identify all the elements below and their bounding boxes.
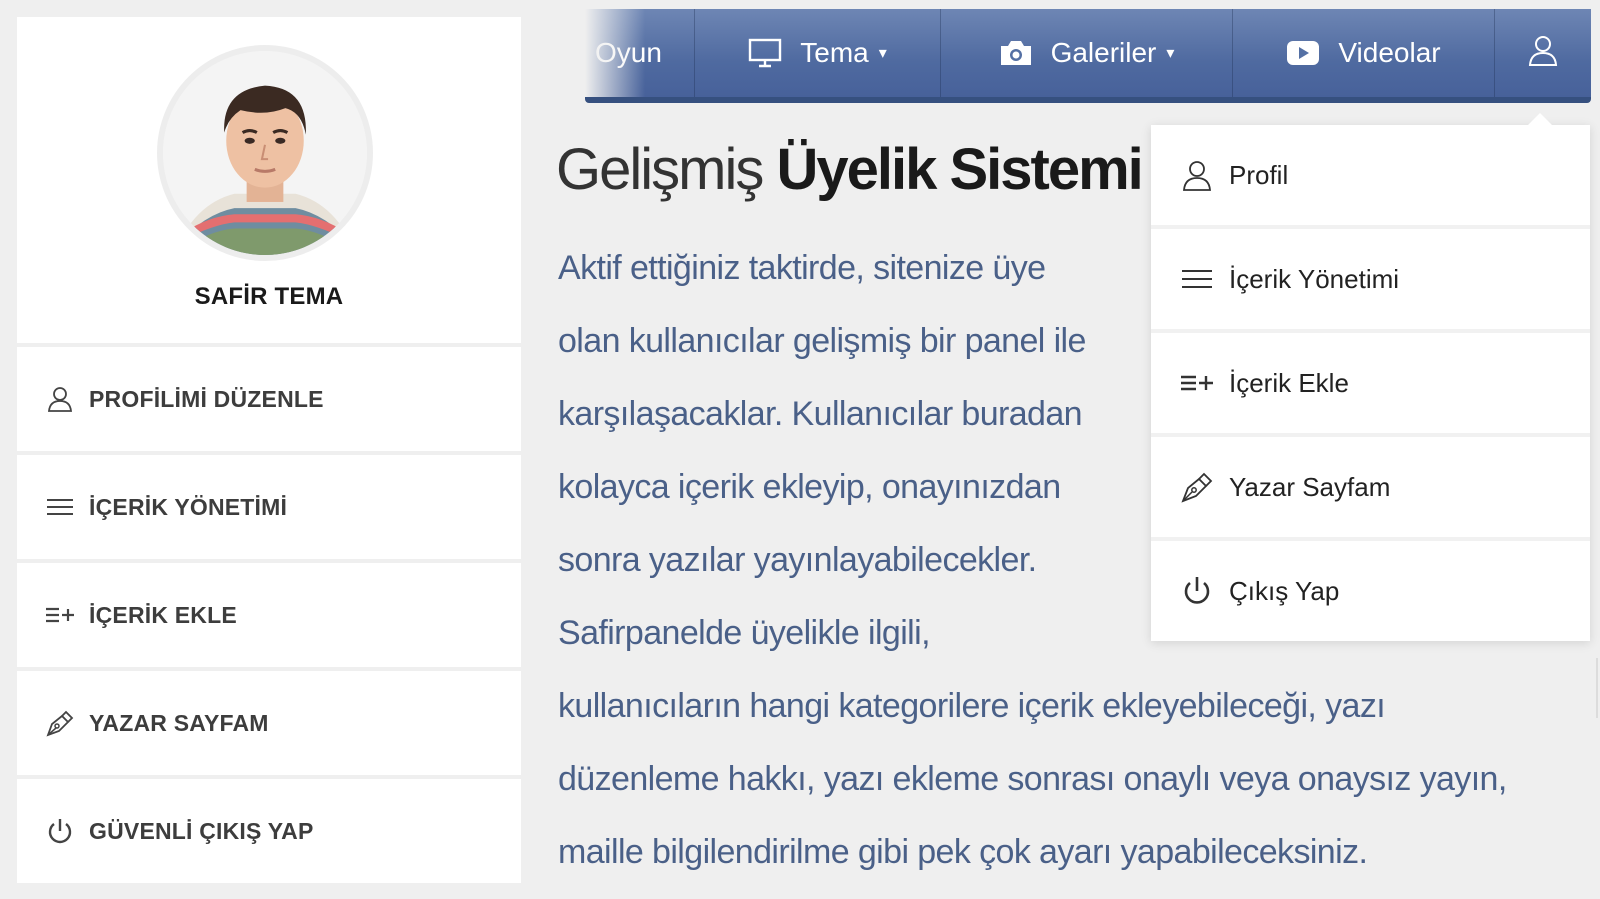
sidebar-item-label: İÇERİK YÖNETİMİ xyxy=(89,493,288,520)
pen-icon xyxy=(1179,469,1215,505)
power-icon xyxy=(45,816,75,846)
profile-header: SAFİR TEMA xyxy=(17,17,521,343)
paragraph-line: kullanıcıların hangi kategorilere içerik… xyxy=(558,687,1386,725)
power-icon xyxy=(1179,573,1215,609)
top-navigation: Oyun Tema ▾ Galeriler ▾ Videolar xyxy=(585,9,1591,103)
sidebar-item-profile-edit[interactable]: PROFİLİMİ DÜZENLE xyxy=(17,347,521,451)
dropdown-item-label: Çıkış Yap xyxy=(1229,575,1340,606)
dropdown-item-author-page[interactable]: Yazar Sayfam xyxy=(1151,437,1590,537)
user-icon xyxy=(1527,33,1559,74)
nav-user-menu[interactable] xyxy=(1495,9,1591,97)
chevron-down-icon: ▾ xyxy=(1166,45,1175,62)
nav-item-oyun[interactable]: Oyun xyxy=(585,9,695,97)
add-content-icon xyxy=(45,600,75,630)
sidebar-item-label: YAZAR SAYFAM xyxy=(89,709,269,736)
profile-card: SAFİR TEMA PROFİLİMİ DÜZENLE İÇERİK YÖNE… xyxy=(17,17,521,883)
add-content-icon xyxy=(1179,365,1215,401)
nav-item-tema[interactable]: Tema ▾ xyxy=(695,9,941,97)
camera-icon xyxy=(999,38,1033,68)
sidebar-item-author-page[interactable]: YAZAR SAYFAM xyxy=(17,671,521,775)
menu-lines-icon xyxy=(1179,261,1215,297)
user-icon xyxy=(45,384,75,414)
nav-item-label: Tema xyxy=(800,37,869,68)
sidebar-item-label: İÇERİK EKLE xyxy=(89,601,237,628)
dropdown-item-label: Yazar Sayfam xyxy=(1229,471,1391,502)
dropdown-item-profile[interactable]: Profil xyxy=(1151,125,1590,225)
nav-item-label: Videolar xyxy=(1338,37,1441,68)
dropdown-item-logout[interactable]: Çıkış Yap xyxy=(1151,541,1590,641)
chevron-down-icon: ▾ xyxy=(878,45,887,62)
avatar[interactable] xyxy=(157,45,373,261)
dropdown-item-content-management[interactable]: İçerik Yönetimi xyxy=(1151,229,1590,329)
dropdown-item-add-content[interactable]: İçerik Ekle xyxy=(1151,333,1590,433)
menu-lines-icon xyxy=(45,492,75,522)
paragraph-line: maille bilgilendirilme gibi pek çok ayar… xyxy=(558,833,1368,871)
user-dropdown-menu: Profil İçerik Yönetimi İçerik Ekle Yazar… xyxy=(1151,113,1590,641)
scrollbar-hint xyxy=(1596,658,1598,718)
sidebar-item-content-management[interactable]: İÇERİK YÖNETİMİ xyxy=(17,455,521,559)
sidebar-item-logout[interactable]: GÜVENLİ ÇIKIŞ YAP xyxy=(17,779,521,883)
sidebar-item-add-content[interactable]: İÇERİK EKLE xyxy=(17,563,521,667)
pen-icon xyxy=(45,708,75,738)
sidebar-item-label: PROFİLİMİ DÜZENLE xyxy=(89,385,324,412)
sidebar-item-label: GÜVENLİ ÇIKIŞ YAP xyxy=(89,817,314,844)
video-play-icon xyxy=(1286,40,1320,66)
dropdown-item-label: İçerik Ekle xyxy=(1229,367,1349,398)
profile-name: SAFİR TEMA xyxy=(194,283,344,310)
page-title: Gelişmiş Üyelik Sistemi ! xyxy=(556,136,1175,203)
page-title-light: Gelişmiş xyxy=(556,137,777,202)
dropdown-item-label: Profil xyxy=(1229,159,1289,190)
dropdown-item-label: İçerik Yönetimi xyxy=(1229,263,1400,294)
nav-item-label: Galeriler xyxy=(1050,37,1157,68)
user-icon xyxy=(1179,157,1215,193)
avatar-photo xyxy=(163,51,367,255)
nav-item-galeriler[interactable]: Galeriler ▾ xyxy=(941,9,1233,97)
monitor-icon xyxy=(748,38,782,68)
paragraph-line: düzenleme hakkı, yazı ekleme sonrası ona… xyxy=(558,760,1507,798)
nav-item-label: Oyun xyxy=(595,37,662,68)
page-title-bold: Üyelik Sistemi ! xyxy=(776,137,1175,202)
nav-item-videolar[interactable]: Videolar xyxy=(1233,9,1495,97)
